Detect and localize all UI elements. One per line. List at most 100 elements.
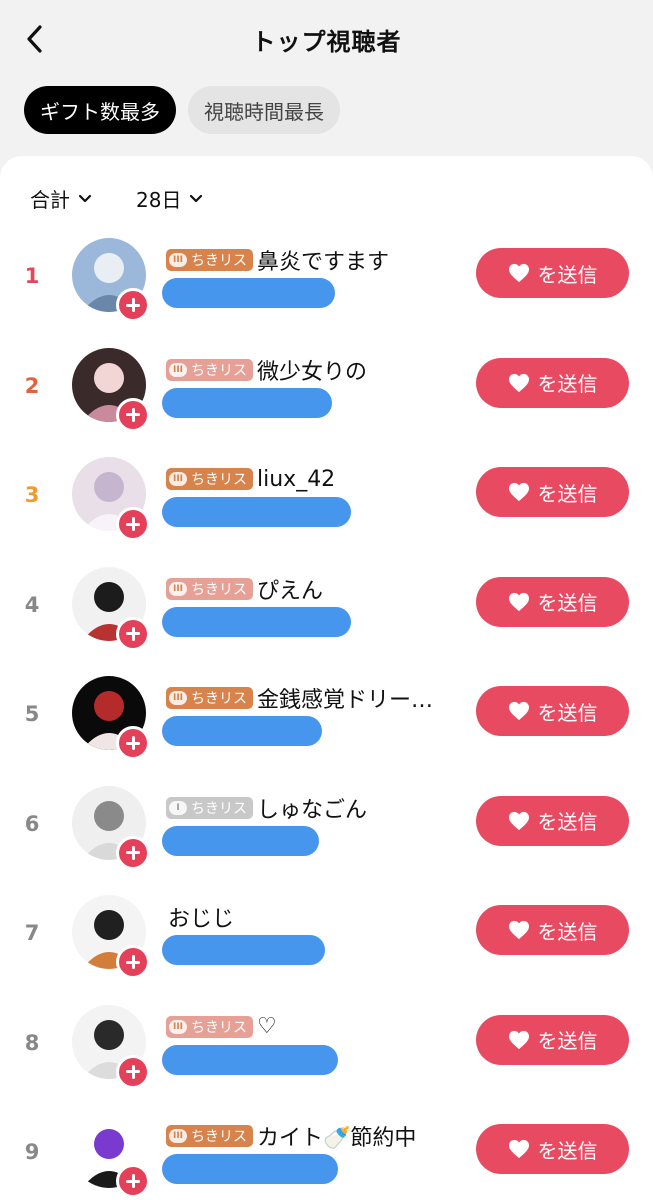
tab-longest-watch[interactable]: 視聴時間最長 bbox=[188, 86, 340, 134]
viewer-name: ♡ bbox=[257, 1014, 277, 1039]
badge-level-icon: III bbox=[169, 362, 187, 377]
rank-number: 3 bbox=[24, 483, 40, 507]
badge-level-icon: III bbox=[169, 472, 187, 486]
gift-amount-bar bbox=[162, 278, 335, 308]
send-heart-button[interactable]: を送信 bbox=[476, 686, 629, 736]
badge-level-icon: III bbox=[169, 1019, 187, 1034]
fan-badge: III ちきリス bbox=[166, 687, 253, 709]
heart-icon bbox=[508, 373, 530, 393]
viewer-name: カイト🍼節約中 bbox=[257, 1126, 417, 1151]
send-heart-button[interactable]: を送信 bbox=[476, 905, 629, 955]
avatar[interactable] bbox=[72, 676, 150, 760]
period-dropdown[interactable]: 28日 bbox=[136, 184, 203, 213]
viewer-row: 9 III ちきリス カイト🍼節約中 を送信 bbox=[0, 1114, 653, 1200]
fan-badge-label: ちきリス bbox=[191, 800, 247, 817]
avatar[interactable] bbox=[72, 1114, 150, 1198]
avatar[interactable] bbox=[72, 238, 150, 322]
fan-badge: III ちきリス bbox=[166, 1015, 253, 1038]
viewer-name-line: おじじ bbox=[168, 901, 234, 933]
viewer-name: おじじ bbox=[168, 907, 235, 932]
viewer-name: しゅなごん bbox=[257, 797, 368, 823]
send-heart-button[interactable]: を送信 bbox=[476, 357, 629, 408]
send-heart-button[interactable]: を送信 bbox=[476, 1124, 629, 1174]
heart-icon bbox=[508, 482, 530, 502]
gift-amount-bar bbox=[162, 935, 325, 965]
rank-number: 9 bbox=[24, 1140, 40, 1164]
viewer-row: 4 III ちきリス ぴえん を送信 bbox=[0, 566, 653, 667]
fan-badge: III ちきリス bbox=[166, 1125, 253, 1147]
viewer-row: 8 III ちきリス ♡ を送信 bbox=[0, 1004, 653, 1105]
viewer-row: 1 III ちきリス 鼻炎ですます を送信 bbox=[0, 238, 653, 338]
rank-number: 7 bbox=[24, 921, 40, 945]
badge-level-icon: III bbox=[169, 691, 187, 705]
scope-dropdown[interactable]: 合計 bbox=[30, 184, 92, 213]
follow-plus-icon[interactable] bbox=[116, 945, 150, 979]
gift-amount-bar bbox=[162, 716, 322, 746]
follow-plus-icon[interactable] bbox=[116, 507, 150, 541]
viewer-name: 金銭感覚ドリー… bbox=[257, 688, 434, 713]
follow-plus-icon[interactable] bbox=[116, 835, 150, 870]
send-heart-button[interactable]: を送信 bbox=[476, 1014, 629, 1065]
rank-number: 8 bbox=[24, 1030, 40, 1055]
page-title: トップ視聴者 bbox=[251, 28, 402, 56]
viewer-row: 6 I ちきリス しゅなごん を送信 bbox=[0, 785, 653, 886]
badge-level-icon: III bbox=[169, 581, 187, 596]
send-label: を送信 bbox=[537, 262, 598, 287]
viewer-name: liux_42 bbox=[257, 466, 336, 492]
viewer-name: 微少女りの bbox=[257, 359, 368, 385]
send-label: を送信 bbox=[537, 700, 598, 725]
send-heart-button[interactable]: を送信 bbox=[476, 795, 629, 846]
filter-bar: 合計 28日 bbox=[30, 184, 203, 213]
viewer-name-line: III ちきリス ぴえん bbox=[166, 573, 323, 605]
fan-badge-label: ちきリス bbox=[191, 1129, 247, 1145]
gift-amount-bar bbox=[162, 1154, 338, 1184]
fan-badge-label: ちきリス bbox=[191, 691, 247, 707]
avatar[interactable] bbox=[72, 566, 150, 651]
top-bar: トップ視聴者 bbox=[0, 0, 653, 78]
send-label: を送信 bbox=[537, 591, 598, 615]
follow-plus-icon[interactable] bbox=[116, 1054, 150, 1089]
send-label: を送信 bbox=[537, 372, 598, 396]
follow-plus-icon[interactable] bbox=[116, 726, 150, 760]
badge-level-icon: III bbox=[169, 253, 187, 267]
send-label: を送信 bbox=[537, 1138, 598, 1163]
badge-level-icon: III bbox=[169, 1129, 187, 1143]
fan-badge: III ちきリス bbox=[166, 468, 253, 490]
fan-badge-label: ちきリス bbox=[191, 581, 247, 598]
gift-amount-bar bbox=[162, 387, 332, 418]
heart-icon bbox=[508, 263, 530, 283]
avatar[interactable] bbox=[72, 1004, 150, 1089]
heart-icon bbox=[508, 701, 530, 721]
fan-badge: III ちきリス bbox=[166, 577, 253, 600]
avatar[interactable] bbox=[72, 785, 150, 870]
fan-badge-label: ちきリス bbox=[191, 253, 247, 269]
send-heart-button[interactable]: を送信 bbox=[476, 248, 629, 298]
send-heart-button[interactable]: を送信 bbox=[476, 467, 629, 517]
follow-plus-icon[interactable] bbox=[116, 288, 150, 322]
follow-plus-icon[interactable] bbox=[116, 1164, 150, 1198]
fan-badge-label: ちきリス bbox=[191, 472, 247, 488]
gift-amount-bar bbox=[162, 497, 351, 527]
viewer-name-line: III ちきリス カイト🍼節約中 bbox=[166, 1120, 416, 1152]
heart-icon bbox=[508, 811, 530, 831]
viewer-name-line: I ちきリス しゅなごん bbox=[166, 792, 367, 824]
fan-badge: III ちきリス bbox=[166, 249, 253, 271]
follow-plus-icon[interactable] bbox=[116, 397, 150, 432]
heart-icon bbox=[508, 1030, 530, 1050]
avatar[interactable] bbox=[72, 895, 150, 979]
chevron-down-icon bbox=[78, 194, 92, 204]
send-label: を送信 bbox=[537, 481, 598, 506]
viewer-row: 3 III ちきリス liux_42 を送信 bbox=[0, 457, 653, 557]
period-label: 28日 bbox=[136, 188, 182, 212]
fan-badge: I ちきリス bbox=[166, 796, 253, 819]
gift-amount-bar bbox=[162, 606, 351, 637]
viewer-row: 2 III ちきリス 微少女りの を送信 bbox=[0, 347, 653, 448]
avatar[interactable] bbox=[72, 347, 150, 432]
send-heart-button[interactable]: を送信 bbox=[476, 576, 629, 627]
follow-plus-icon[interactable] bbox=[116, 616, 150, 651]
heart-icon bbox=[508, 920, 530, 940]
tab-most-gifts[interactable]: ギフト数最多 bbox=[24, 86, 176, 134]
viewer-name: ぴえん bbox=[257, 578, 324, 604]
viewer-name-line: III ちきリス 金銭感覚ドリー… bbox=[166, 682, 433, 714]
avatar[interactable] bbox=[72, 457, 150, 541]
